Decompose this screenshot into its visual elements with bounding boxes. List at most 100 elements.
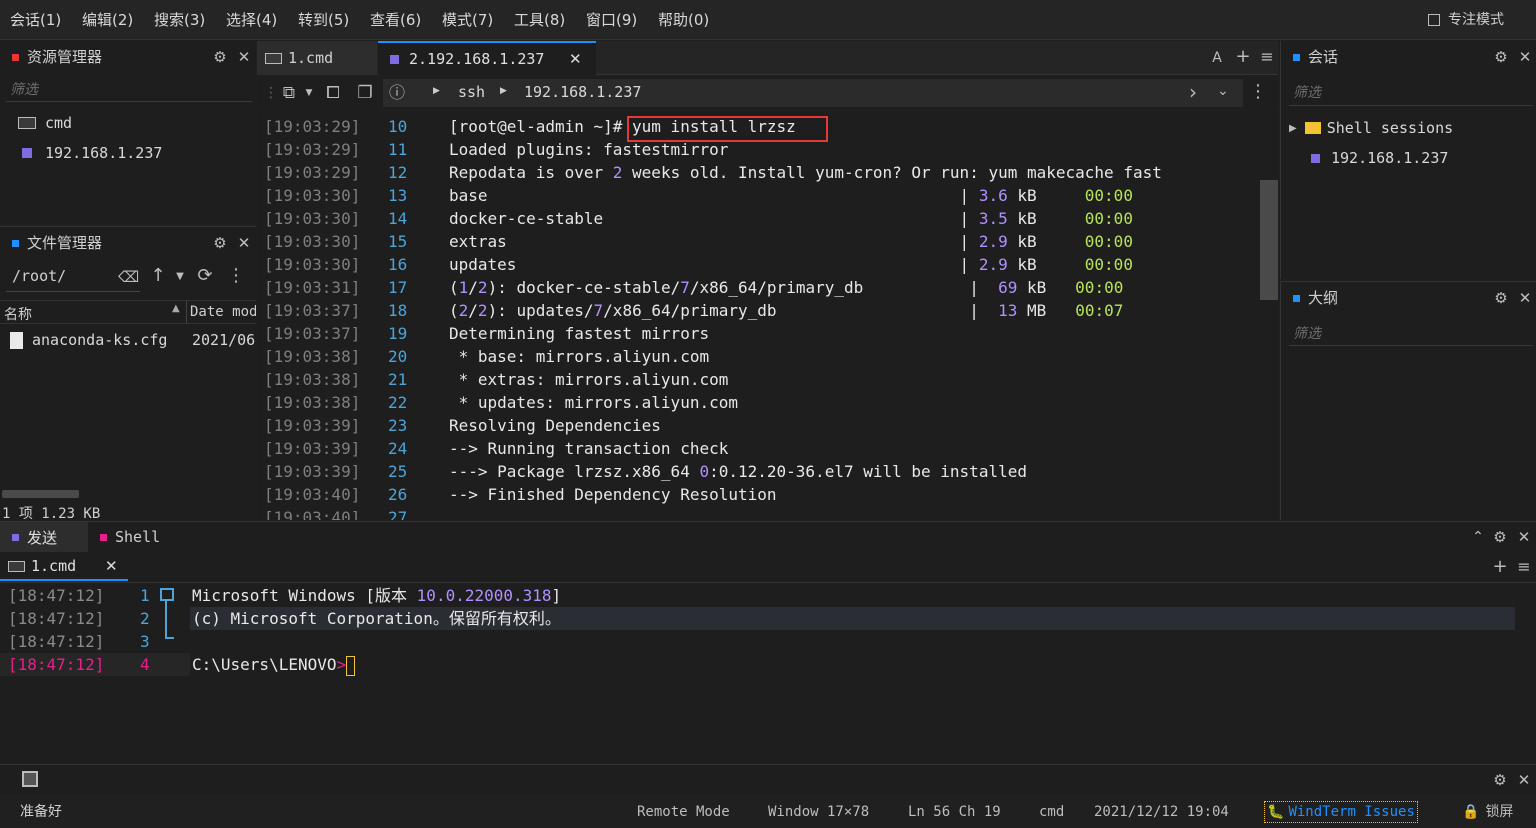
duplicate-icon[interactable]: ❐ — [355, 83, 375, 103]
menu-search[interactable]: 搜索(3) — [154, 0, 205, 40]
menu-session[interactable]: 会话(1) — [10, 0, 61, 40]
menu-window[interactable]: 窗口(9) — [586, 0, 637, 40]
file-manager-title: 文件管理器 — [12, 227, 102, 259]
sessions-title: 会话 — [1293, 41, 1338, 73]
terminal-line: [19:03:39] 25 ---> Package lrzsz.x86_64 0:… — [258, 460, 1258, 483]
add-tab-icon[interactable]: + — [1490, 557, 1510, 577]
up-arrow-icon[interactable]: ↑ — [148, 266, 168, 286]
status-position[interactable]: Ln 56 Ch 19 — [908, 796, 1001, 828]
close-icon[interactable]: ✕ — [1514, 770, 1534, 790]
font-button[interactable]: A — [1207, 48, 1227, 68]
more-icon[interactable]: ⋮ — [1248, 82, 1268, 102]
menu-view[interactable]: 查看(6) — [370, 0, 421, 40]
terminal-line-number: 17 — [388, 278, 408, 297]
gear-icon[interactable]: ⚙ — [1490, 770, 1510, 790]
chevron-right-icon[interactable]: › — [1189, 80, 1197, 104]
close-tab-icon[interactable]: ✕ — [105, 557, 118, 575]
subtab-cmd[interactable]: 1.cmd ✕ — [0, 553, 128, 581]
menu-mode[interactable]: 模式(7) — [442, 0, 493, 40]
tab-shell[interactable]: Shell — [90, 522, 190, 552]
terminal-line: [19:03:30] 15 extras | 2.9 kB 00:00 — [258, 230, 1258, 253]
chevron-down-icon[interactable]: ▼ — [170, 267, 190, 287]
file-manager-panel: 文件管理器 ⚙ ✕ /root/ ⌫ ↑ ▼ ⟳ ⋮ 名称 ▲ Date mod… — [0, 226, 256, 522]
shell-line: [18:47:12] 2 (c) Microsoft Corporation。保留所… — [0, 607, 1536, 630]
column-date[interactable]: Date mod — [190, 304, 256, 320]
gear-icon[interactable]: ⚙ — [210, 47, 230, 67]
status-shell[interactable]: cmd — [1039, 796, 1064, 828]
divider — [6, 291, 140, 292]
close-icon[interactable]: ✕ — [1514, 527, 1534, 547]
tab-bar: 1.cmd 2.192.168.1.237 ✕ A + ≡ — [257, 41, 1278, 75]
column-name[interactable]: 名称 — [4, 304, 32, 324]
divider — [1289, 105, 1533, 106]
terminal-line-text: base | 3.6 kB 00:00 — [449, 186, 1133, 205]
terminal-line: [19:03:30] 13 base | 3.6 kB 00:00 — [258, 184, 1258, 207]
close-icon[interactable]: ✕ — [234, 47, 254, 67]
menu-help[interactable]: 帮助(0) — [658, 0, 709, 40]
path-input[interactable]: /root/ — [12, 267, 66, 285]
gear-icon[interactable]: ⚙ — [210, 233, 230, 253]
menu-edit[interactable]: 编辑(2) — [82, 0, 133, 40]
status-window[interactable]: Window 17×78 — [768, 796, 869, 828]
detach-icon[interactable]: ⧠ — [323, 83, 343, 103]
close-tab-icon[interactable]: ✕ — [569, 50, 582, 68]
terminal-timestamp: [19:03:29] — [264, 117, 361, 136]
terminal-line-text: Determining fastest mirrors — [449, 324, 710, 343]
menu-icon[interactable]: ≡ — [1514, 557, 1534, 577]
status-remote-mode[interactable]: Remote Mode — [637, 796, 730, 828]
gear-icon[interactable]: ⚙ — [1490, 527, 1510, 547]
lock-icon: 🔒 — [1462, 804, 1480, 820]
drag-handle-icon[interactable]: ⋮ — [261, 83, 281, 103]
tab-ssh-host[interactable]: 2.192.168.1.237 ✕ — [378, 41, 596, 75]
gear-icon[interactable]: ⚙ — [1491, 288, 1511, 308]
more-icon[interactable]: ⋮ — [226, 266, 246, 286]
info-icon[interactable]: ⓘ — [387, 83, 407, 103]
clear-path-icon[interactable]: ⌫ — [118, 267, 139, 287]
tab-send[interactable]: 发送 — [0, 522, 88, 552]
menu-icon[interactable]: ≡ — [1257, 47, 1277, 67]
gear-icon[interactable]: ⚙ — [1491, 47, 1511, 67]
terminal-line: [19:03:37] 19 Determining fastest mirrors — [258, 322, 1258, 345]
tab-cmd[interactable]: 1.cmd — [257, 41, 377, 75]
close-icon[interactable]: ✕ — [1515, 47, 1535, 67]
terminal-line-number: 22 — [388, 393, 408, 412]
terminal-line: [19:03:29] 12 Repodata is over 2 weeks old… — [258, 161, 1258, 184]
file-row[interactable]: anaconda-ks.cfg 2021/06 — [10, 330, 256, 350]
issues-link[interactable]: 🐛 WindTerm Issues — [1264, 801, 1418, 823]
menu-select[interactable]: 选择(4) — [226, 0, 277, 40]
chevron-down-icon[interactable]: ▼ — [299, 83, 319, 103]
vertical-scrollbar[interactable] — [1260, 180, 1278, 300]
explorer-item-cmd[interactable]: cmd — [18, 113, 72, 133]
explorer-item-host[interactable]: 192.168.1.237 — [22, 143, 162, 163]
terminal-line-number: 13 — [388, 186, 408, 205]
explorer-filter-input[interactable]: 筛选 — [10, 79, 38, 99]
terminal-timestamp: [19:03:30] — [264, 209, 361, 228]
focus-mode-button[interactable]: 专注模式 — [1428, 0, 1504, 40]
window-icon[interactable] — [22, 771, 38, 787]
breadcrumb-host[interactable]: 192.168.1.237 — [524, 83, 641, 101]
status-ready: 准备好 — [20, 804, 62, 820]
terminal-output[interactable]: [19:03:29] 10 [root@el-admin ~]# yum insta… — [258, 115, 1258, 520]
session-group-shell[interactable]: ▶ Shell sessions — [1289, 118, 1453, 138]
menu-tools[interactable]: 工具(8) — [514, 0, 565, 40]
close-icon[interactable]: ✕ — [1515, 288, 1535, 308]
terminal-line: [19:03:38] 22 * updates: mirrors.aliyun.c… — [258, 391, 1258, 414]
close-icon[interactable]: ✕ — [234, 233, 254, 253]
terminal-line-text: * updates: mirrors.aliyun.com — [449, 393, 738, 412]
terminal-line-number: 27 — [388, 508, 408, 520]
chevron-down-icon[interactable]: ⌄ — [1217, 83, 1229, 99]
outline-filter-input[interactable]: 筛选 — [1293, 323, 1321, 343]
shell-output[interactable]: [18:47:12] 1 Microsoft Windows [版本 10.0.22… — [0, 584, 1536, 754]
breadcrumb-protocol[interactable]: ssh — [458, 83, 485, 101]
new-session-icon[interactable]: ⧉ — [279, 83, 299, 103]
menu-goto[interactable]: 转到(5) — [298, 0, 349, 40]
add-tab-icon[interactable]: + — [1233, 47, 1253, 67]
terminal-line-number: 23 — [388, 416, 408, 435]
session-item-host[interactable]: 192.168.1.237 — [1311, 148, 1448, 168]
status-datetime: 2021/12/12 19:04 — [1094, 804, 1229, 820]
refresh-icon[interactable]: ⟳ — [195, 266, 215, 286]
horizontal-scrollbar[interactable] — [2, 490, 79, 498]
chevron-up-icon[interactable]: ⌃ — [1468, 527, 1488, 547]
sessions-filter-input[interactable]: 筛选 — [1293, 82, 1321, 102]
lock-button[interactable]: 🔒 锁屏 — [1462, 796, 1513, 828]
